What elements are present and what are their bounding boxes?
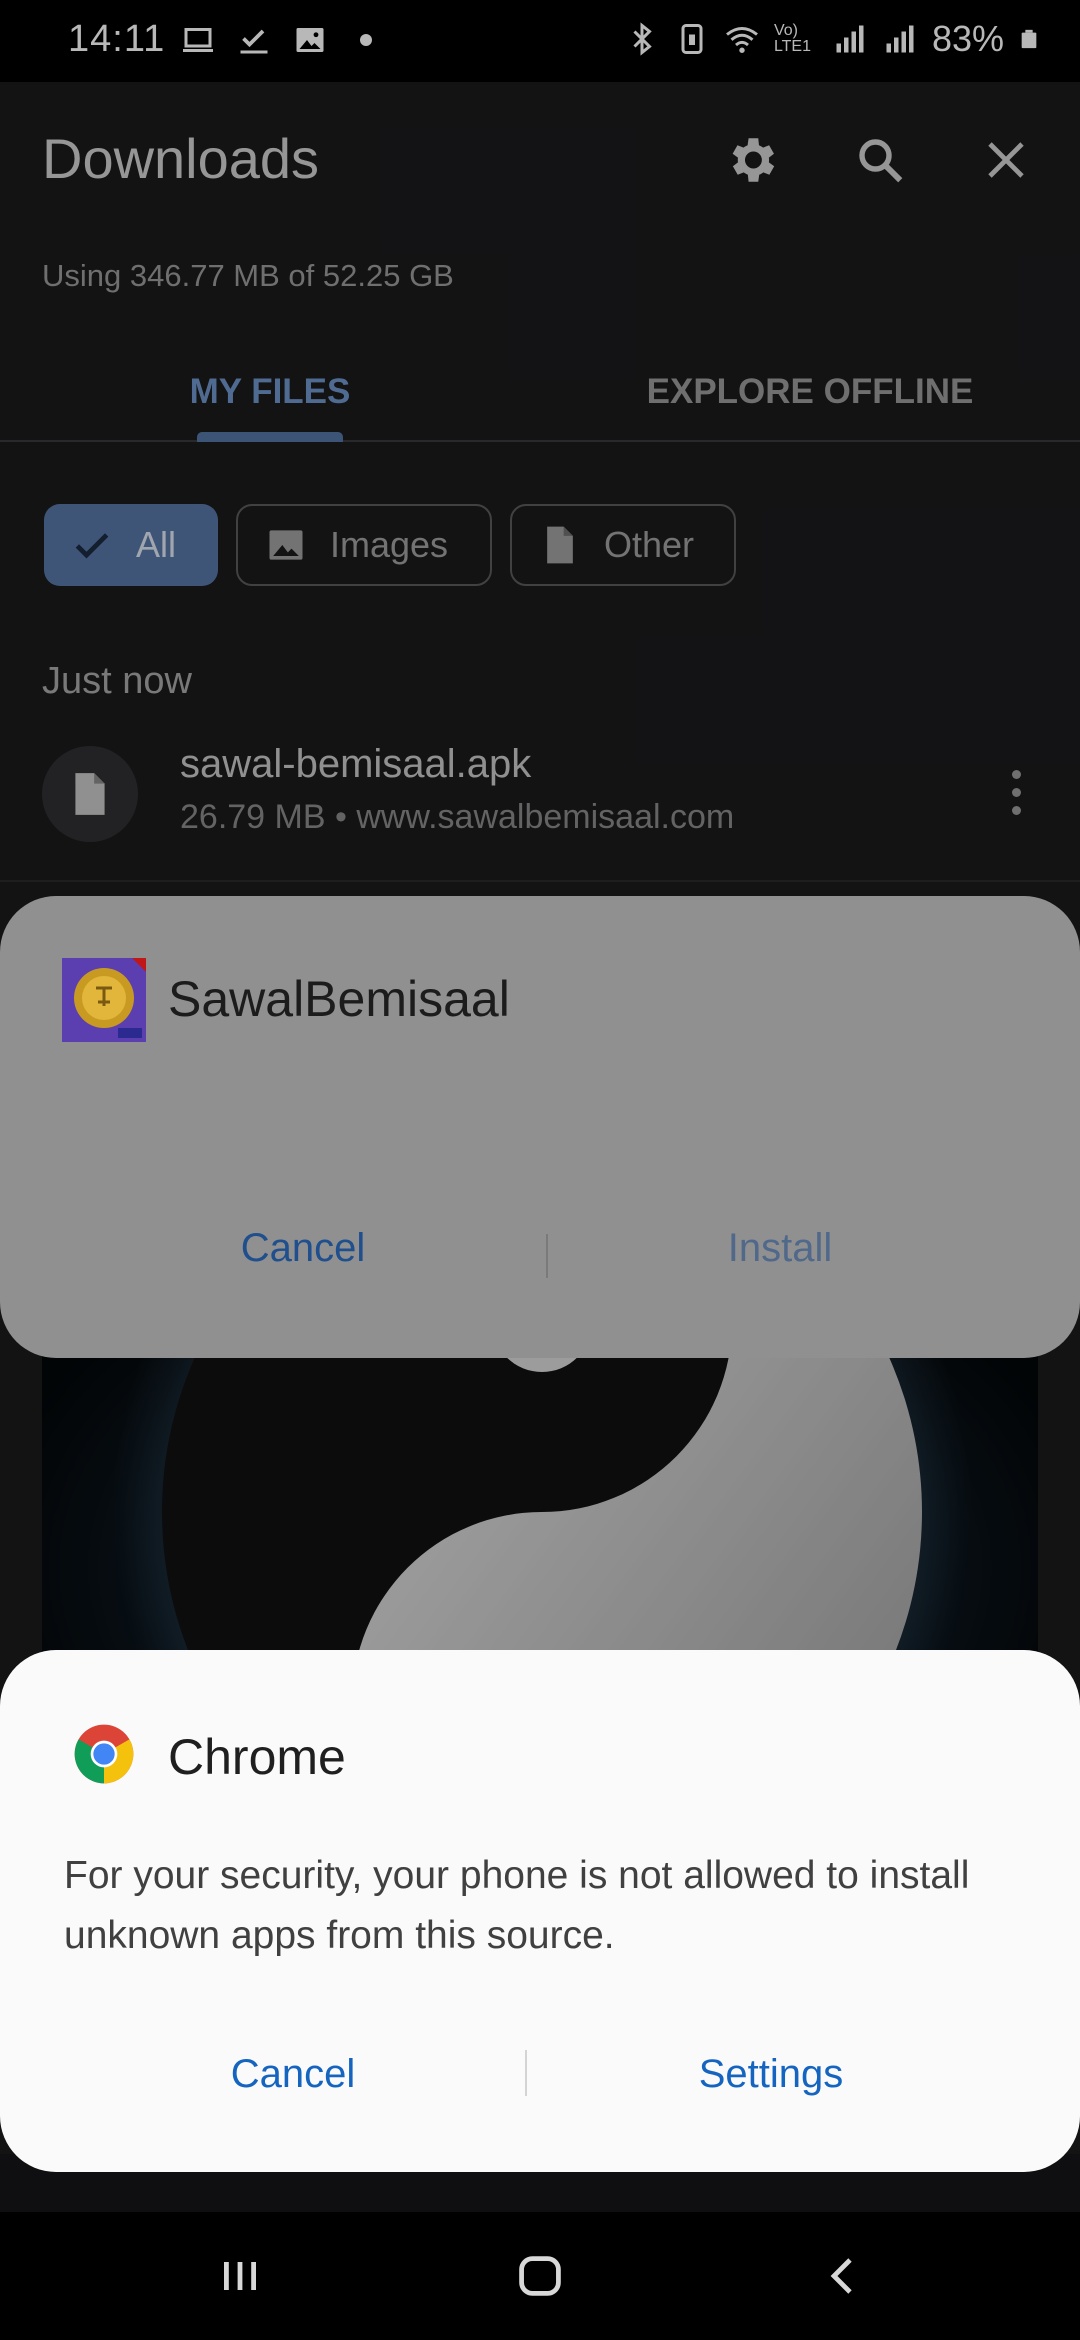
dialog-cancel-button[interactable]: Cancel bbox=[0, 2052, 586, 2097]
back-button[interactable] bbox=[794, 2240, 894, 2312]
unknown-sources-dialog: Chrome For your security, your phone is … bbox=[0, 1650, 1080, 2172]
recents-button[interactable] bbox=[190, 2240, 290, 2312]
package-installer-dialog: SawalBemisaal Cancel Install bbox=[0, 896, 1080, 1358]
installer-cancel-button[interactable]: Cancel bbox=[0, 1226, 606, 1271]
dialog-title: Chrome bbox=[168, 1729, 346, 1785]
system-navigation-bar bbox=[0, 2212, 1080, 2340]
home-icon bbox=[519, 2256, 561, 2296]
dialog-settings-button[interactable]: Settings bbox=[526, 2052, 1016, 2097]
dialog-message: For your security, your phone is not all… bbox=[64, 1854, 970, 1957]
installer-app-name: SawalBemisaal bbox=[168, 971, 510, 1027]
app-icon bbox=[62, 958, 146, 1042]
recents-icon bbox=[224, 2262, 256, 2290]
chrome-icon bbox=[74, 1724, 134, 1784]
sawalbemisaal-logo-icon bbox=[62, 958, 146, 1042]
installer-install-button[interactable]: Install bbox=[546, 1226, 1014, 1271]
back-icon bbox=[830, 2258, 852, 2294]
home-button[interactable] bbox=[490, 2240, 590, 2312]
